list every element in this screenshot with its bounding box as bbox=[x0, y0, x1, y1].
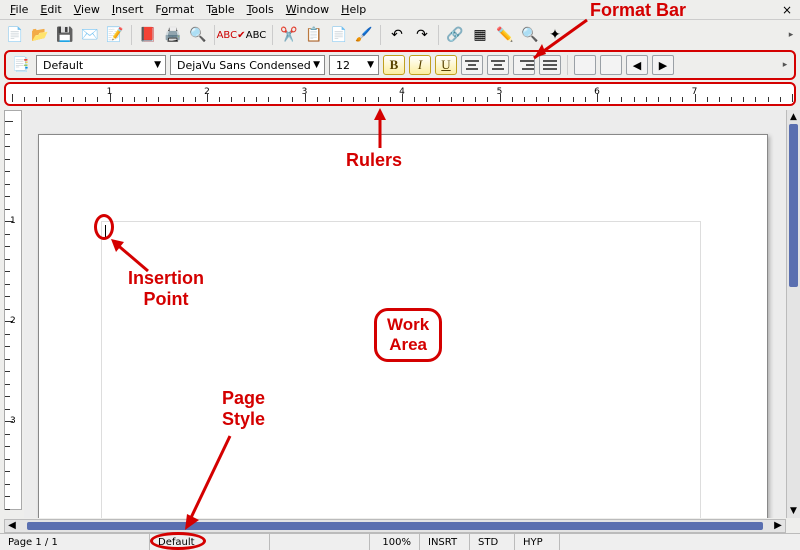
align-center-button[interactable] bbox=[487, 55, 509, 75]
email-icon[interactable]: ✉️ bbox=[79, 24, 101, 46]
toolbar-overflow-icon[interactable]: ▸ bbox=[780, 50, 790, 80]
status-page-style[interactable]: Default bbox=[150, 534, 270, 550]
underline-button[interactable]: U bbox=[435, 55, 457, 75]
chevron-down-icon: ▼ bbox=[313, 60, 320, 70]
font-name-dropdown[interactable]: DejaVu Sans Condensed ▼ bbox=[170, 55, 325, 75]
menu-view[interactable]: View bbox=[68, 2, 106, 17]
separator bbox=[567, 55, 568, 75]
scroll-up-icon[interactable]: ▲ bbox=[787, 110, 800, 124]
numbered-list-button[interactable] bbox=[574, 55, 596, 75]
toolbar-overflow-icon[interactable]: ▸ bbox=[786, 20, 796, 50]
document-work-area[interactable] bbox=[24, 110, 786, 518]
format-bar: 📑 Default ▼ DejaVu Sans Condensed ▼ 12 ▼… bbox=[4, 50, 796, 80]
undo-icon[interactable]: ↶ bbox=[386, 24, 408, 46]
cut-icon[interactable]: ✂️ bbox=[278, 24, 300, 46]
pdf-icon[interactable]: 📕 bbox=[137, 24, 159, 46]
increase-indent-button[interactable]: ▶ bbox=[652, 55, 674, 75]
styles-window-icon[interactable]: 📑 bbox=[10, 54, 32, 76]
show-draw-icon[interactable]: ✏️ bbox=[494, 24, 516, 46]
paragraph-style-value: Default bbox=[43, 59, 83, 72]
scroll-thumb[interactable] bbox=[789, 124, 798, 287]
close-icon[interactable]: × bbox=[778, 3, 796, 17]
vertical-scrollbar[interactable]: ▲ ▼ bbox=[786, 110, 800, 518]
font-size-dropdown[interactable]: 12 ▼ bbox=[329, 55, 379, 75]
menu-table[interactable]: Table bbox=[200, 2, 240, 17]
open-icon[interactable]: 📂 bbox=[29, 24, 51, 46]
text-cursor bbox=[105, 225, 106, 239]
decrease-indent-button[interactable]: ◀ bbox=[626, 55, 648, 75]
separator bbox=[438, 25, 439, 45]
page[interactable] bbox=[38, 134, 768, 518]
paste-icon[interactable]: 📄 bbox=[328, 24, 350, 46]
horizontal-scrollbar[interactable]: ◀ ▶ bbox=[4, 519, 786, 533]
print-icon[interactable]: 🖨️ bbox=[162, 24, 184, 46]
spellcheck-icon[interactable]: ABC✔ bbox=[220, 24, 242, 46]
status-hyphenation[interactable]: HYP bbox=[515, 534, 560, 550]
menu-insert[interactable]: Insert bbox=[106, 2, 150, 17]
status-bar: Page 1 / 1 Default 100% INSRT STD HYP bbox=[0, 533, 800, 550]
find-icon[interactable]: 🔍 bbox=[519, 24, 541, 46]
autospell-icon[interactable]: ABC bbox=[245, 24, 267, 46]
scroll-down-icon[interactable]: ▼ bbox=[787, 504, 800, 518]
justify-button[interactable] bbox=[539, 55, 561, 75]
vertical-ruler[interactable]: 123 bbox=[4, 110, 22, 510]
scroll-thumb[interactable] bbox=[27, 522, 763, 530]
separator bbox=[380, 25, 381, 45]
print-preview-icon[interactable]: 🔍 bbox=[187, 24, 209, 46]
paragraph-style-dropdown[interactable]: Default ▼ bbox=[36, 55, 166, 75]
edit-doc-icon[interactable]: 📝 bbox=[104, 24, 126, 46]
separator bbox=[272, 25, 273, 45]
status-page: Page 1 / 1 bbox=[0, 534, 150, 550]
redo-icon[interactable]: ↷ bbox=[411, 24, 433, 46]
navigator-icon[interactable]: ✦ bbox=[544, 24, 566, 46]
page-text-area[interactable] bbox=[101, 221, 701, 518]
format-paint-icon[interactable]: 🖌️ bbox=[353, 24, 375, 46]
font-name-value: DejaVu Sans Condensed bbox=[177, 59, 311, 72]
separator bbox=[131, 25, 132, 45]
status-blank2 bbox=[560, 534, 800, 550]
menu-bar: File Edit View Insert Format Table Tools… bbox=[0, 0, 800, 20]
save-icon[interactable]: 💾 bbox=[54, 24, 76, 46]
chevron-down-icon: ▼ bbox=[154, 60, 161, 70]
chevron-down-icon: ▼ bbox=[367, 60, 374, 70]
menu-help[interactable]: Help bbox=[335, 2, 372, 17]
font-size-value: 12 bbox=[336, 59, 350, 72]
italic-button[interactable]: I bbox=[409, 55, 431, 75]
scroll-left-icon[interactable]: ◀ bbox=[5, 520, 19, 532]
menu-edit[interactable]: Edit bbox=[34, 2, 67, 17]
status-insert-mode[interactable]: INSRT bbox=[420, 534, 470, 550]
copy-icon[interactable]: 📋 bbox=[303, 24, 325, 46]
status-selection-mode[interactable]: STD bbox=[470, 534, 515, 550]
menu-format[interactable]: Format bbox=[149, 2, 200, 17]
table-icon[interactable]: ▦ bbox=[469, 24, 491, 46]
align-right-button[interactable] bbox=[513, 55, 535, 75]
hyperlink-icon[interactable]: 🔗 bbox=[444, 24, 466, 46]
menu-file[interactable]: File bbox=[4, 2, 34, 17]
separator bbox=[214, 25, 215, 45]
bold-button[interactable]: B bbox=[383, 55, 405, 75]
scroll-right-icon[interactable]: ▶ bbox=[771, 520, 785, 532]
menu-window[interactable]: Window bbox=[280, 2, 335, 17]
new-doc-icon[interactable]: 📄 bbox=[4, 24, 26, 46]
horizontal-ruler[interactable]: // ticks rendered below after data read … bbox=[4, 82, 796, 106]
menu-tools[interactable]: Tools bbox=[241, 2, 280, 17]
standard-toolbar: 📄 📂 💾 ✉️ 📝 📕 🖨️ 🔍 ABC✔ ABC ✂️ 📋 📄 🖌️ ↶ ↷… bbox=[0, 20, 800, 50]
align-left-button[interactable] bbox=[461, 55, 483, 75]
status-blank bbox=[270, 534, 370, 550]
bullet-list-button[interactable] bbox=[600, 55, 622, 75]
status-zoom[interactable]: 100% bbox=[370, 534, 420, 550]
